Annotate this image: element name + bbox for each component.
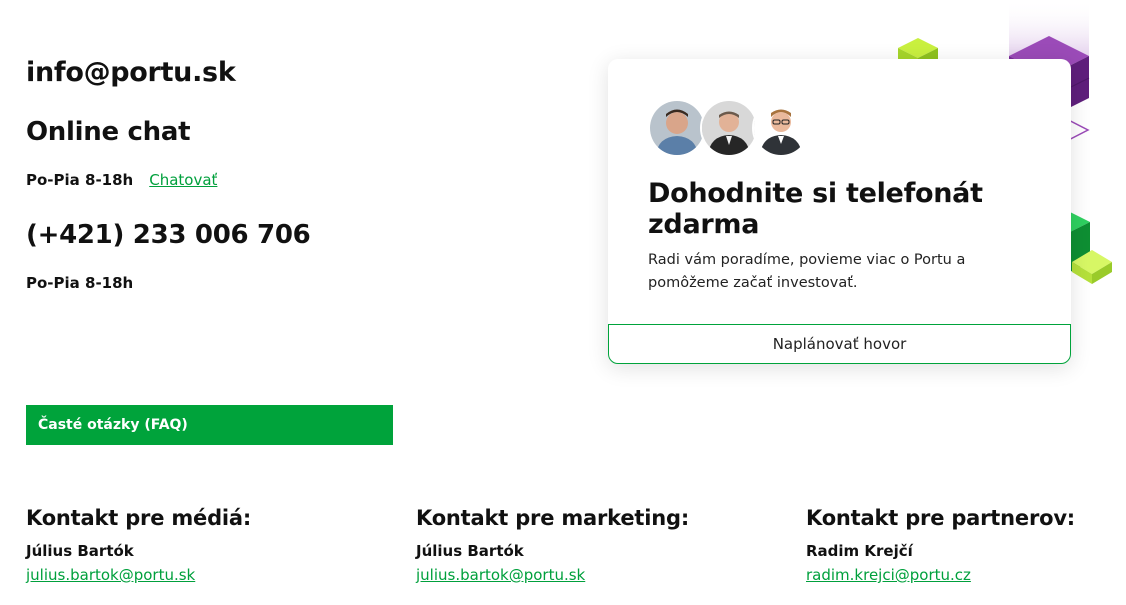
- contact-email-link[interactable]: radim.krejci@portu.cz: [806, 566, 1124, 584]
- contact-email-link[interactable]: julius.bartok@portu.sk: [416, 566, 776, 584]
- avatar: [752, 99, 810, 157]
- chat-title: Online chat: [26, 117, 191, 147]
- contact-email[interactable]: info@portu.sk: [26, 57, 236, 88]
- partners-contact: Kontakt pre partnerov: Radim Krejčí radi…: [806, 506, 1124, 584]
- contact-heading: Kontakt pre médiá:: [26, 506, 252, 530]
- avatar: [700, 99, 758, 157]
- contact-email-link[interactable]: julius.bartok@portu.sk: [26, 566, 386, 584]
- schedule-call-button[interactable]: Naplánovať hovor: [608, 324, 1071, 364]
- marketing-contact: Kontakt pre marketing: Július Bartók jul…: [416, 506, 776, 584]
- phone-number[interactable]: (+421) 233 006 706: [26, 220, 311, 250]
- contact-name: Július Bartók: [416, 542, 524, 560]
- contact-heading: Kontakt pre marketing:: [416, 506, 690, 530]
- card-description: Radi vám poradíme, povieme viac o Portu …: [648, 252, 966, 291]
- avatar: [648, 99, 706, 157]
- media-contact: Kontakt pre médiá: Július Bartók julius.…: [26, 506, 386, 584]
- contact-name: Radim Krejčí: [806, 542, 913, 560]
- card-title: Dohodnite si telefonát zdarma: [648, 178, 983, 240]
- advisor-avatars: [648, 99, 810, 157]
- contact-name: Július Bartók: [26, 542, 134, 560]
- chat-link[interactable]: Chatovať: [149, 171, 217, 189]
- chat-row: Po-Pia 8-18h Chatovať: [26, 171, 217, 189]
- contact-heading: Kontakt pre partnerov:: [806, 506, 1076, 530]
- schedule-call-card: Dohodnite si telefonát zdarma Radi vám p…: [608, 59, 1071, 364]
- faq-button[interactable]: Časté otázky (FAQ): [26, 405, 393, 445]
- phone-hours: Po-Pia 8-18h: [26, 274, 134, 292]
- chat-hours: Po-Pia 8-18h: [26, 171, 134, 189]
